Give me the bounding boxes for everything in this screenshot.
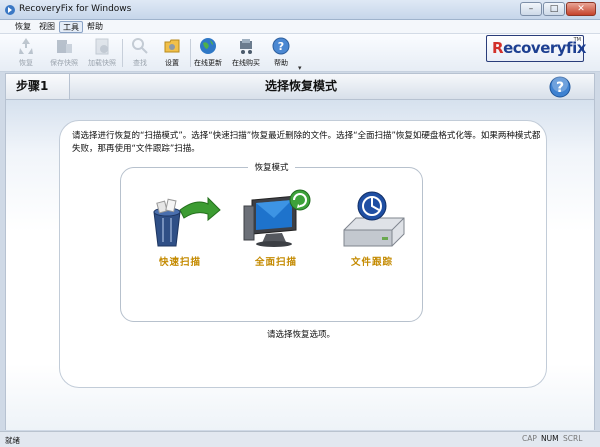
caps-lock-indicator: CAP: [522, 434, 537, 443]
step-header: 选择恢复模式 步骤1 ?: [5, 73, 595, 100]
recycle-icon: [19, 38, 33, 54]
maximize-button[interactable]: □: [543, 2, 565, 16]
status-text: 就绪: [5, 436, 20, 445]
file-trace-icon: [343, 191, 405, 247]
step-label: 步骤1: [6, 74, 70, 99]
settings-icon: [164, 39, 180, 53]
quick-scan-icon: [153, 196, 221, 247]
toolbar-online-update-button[interactable]: 在线更新: [190, 36, 226, 70]
file-trace-label: 文件跟踪: [350, 257, 393, 268]
selection-hint: 请选择恢复选项。: [266, 330, 335, 340]
toolbar-load-snapshot-button[interactable]: 加载快照: [84, 36, 120, 70]
main-content: 请选择进行恢复的“扫描模式”。选择“快速扫描”恢复最近删除的文件。选择“全面扫描…: [5, 100, 595, 430]
scroll-lock-indicator: SCRL: [563, 434, 583, 443]
toolbar-overflow-button[interactable]: ▾: [298, 64, 302, 72]
num-lock-indicator: NUM: [541, 434, 559, 443]
step-title: 选择恢复模式: [264, 79, 337, 93]
menu-view[interactable]: 视图: [36, 21, 58, 33]
minimize-button[interactable]: –: [520, 2, 542, 16]
find-icon: [132, 38, 148, 54]
full-scan-label: 全面扫描: [254, 257, 297, 268]
close-button[interactable]: ✕: [566, 2, 596, 16]
quick-scan-option[interactable]: 快速扫描: [133, 188, 227, 280]
recoveryfix-logo: Recoveryfix TM: [486, 35, 586, 62]
toolbar-online-buy-button[interactable]: 在线购买: [228, 36, 264, 70]
help-icon[interactable]: ?: [549, 76, 571, 98]
status-bar: 就绪 CAP NUM SCRL: [0, 431, 600, 447]
instructions-text: 请选择进行恢复的“扫描模式”。选择“快速扫描”恢复最近删除的文件。选择“全面扫描…: [72, 131, 541, 154]
toolbar-find-button[interactable]: 查找: [122, 36, 158, 70]
menu-help[interactable]: 帮助: [84, 21, 106, 33]
save-snapshot-icon: [57, 40, 72, 53]
file-trace-option[interactable]: 文件跟踪: [325, 188, 419, 280]
recovery-mode-group: 恢复模式 快速扫描 全面扫描 文件跟踪: [120, 163, 423, 322]
menu-recover[interactable]: 恢复: [12, 21, 34, 33]
full-scan-option[interactable]: 全面扫描: [229, 188, 323, 280]
app-icon: [5, 5, 15, 15]
menu-bar: 恢复 视图 工具 帮助: [0, 20, 600, 34]
quick-scan-label: 快速扫描: [158, 257, 201, 268]
title-bar: RecoveryFix for Windows – □ ✕: [0, 0, 600, 20]
content-card: 请选择进行恢复的“扫描模式”。选择“快速扫描”恢复最近删除的文件。选择“全面扫描…: [59, 120, 547, 388]
full-scan-icon: [243, 189, 311, 247]
window-title: RecoveryFix for Windows: [19, 4, 132, 14]
toolbar-save-snapshot-button[interactable]: 保存快照: [46, 36, 82, 70]
window-controls: – □ ✕: [520, 2, 596, 16]
recovery-mode-title: 恢复模式: [248, 163, 295, 173]
cart-icon: [240, 39, 252, 54]
toolbar-help-button[interactable]: ? 帮助: [263, 36, 299, 70]
help-icon: ?: [272, 37, 290, 55]
globe-icon: [200, 38, 216, 54]
toolbar-settings-button[interactable]: 设置: [154, 36, 190, 70]
menu-tools[interactable]: 工具: [59, 21, 83, 33]
svg-text:?: ?: [278, 40, 284, 53]
load-snapshot-icon: [95, 38, 109, 55]
toolbar-recover-button[interactable]: 恢复: [8, 36, 44, 70]
svg-text:?: ?: [556, 80, 564, 96]
